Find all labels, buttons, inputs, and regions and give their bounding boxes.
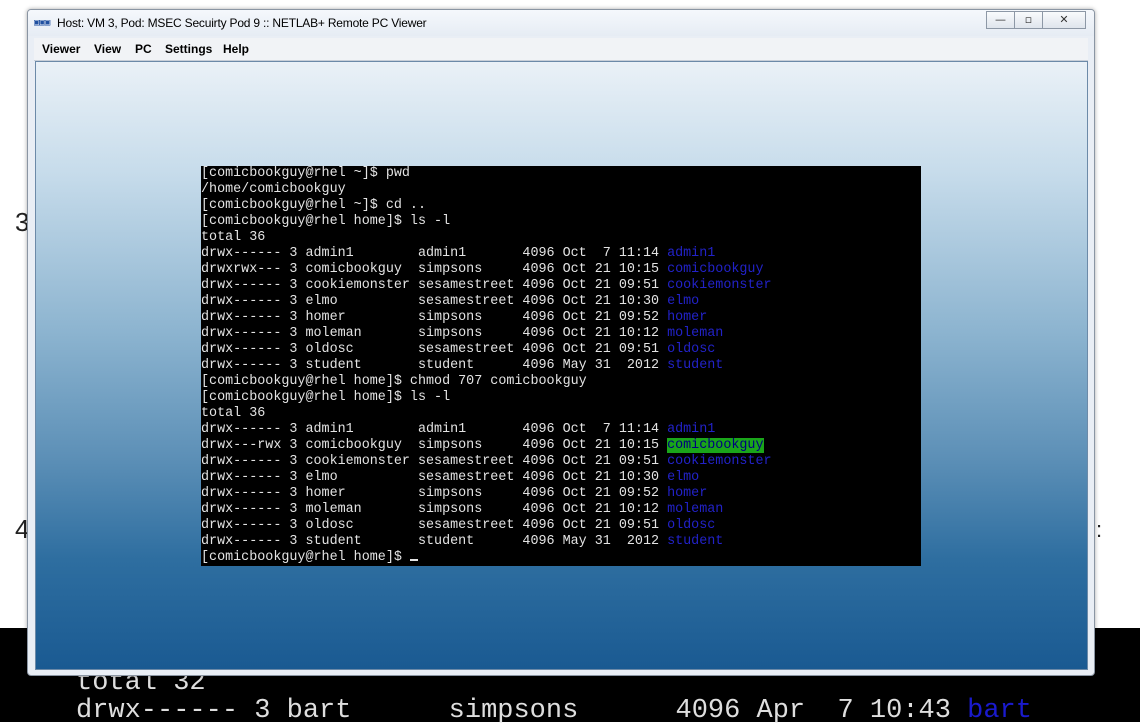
directory-name: moleman xyxy=(667,502,724,517)
terminal-line: drwx------ 3 moleman simpsons 4096 Oct 2… xyxy=(201,502,723,518)
terminal-line-text: drwx------ 3 cookiemonster sesamestreet … xyxy=(201,278,668,293)
minimize-button[interactable]: — xyxy=(986,11,1015,29)
terminal-console[interactable]: [comicbookguy@rhel ~]$ pwd/home/comicboo… xyxy=(201,166,921,566)
directory-name: student xyxy=(667,534,724,549)
terminal-line-text: drwx------ 3 homer simpsons 4096 Oct 21 … xyxy=(201,486,668,501)
terminal-line-text: drwx---rwx 3 comicbookguy simpsons 4096 … xyxy=(201,438,668,453)
terminal-line-text: drwx------ 3 elmo sesamestreet 4096 Oct … xyxy=(201,470,668,485)
terminal-line: total 36 xyxy=(201,230,265,246)
terminal-line: drwx------ 3 oldosc sesamestreet 4096 Oc… xyxy=(201,518,715,534)
terminal-line: drwx------ 3 homer simpsons 4096 Oct 21 … xyxy=(201,310,707,326)
terminal-line: drwxrwx--- 3 comicbookguy simpsons 4096 … xyxy=(201,262,764,278)
menu-view[interactable]: View xyxy=(94,42,121,56)
directory-name: comicbookguy xyxy=(667,262,764,277)
window-title: Host: VM 3, Pod: MSEC Secuirty Pod 9 :: … xyxy=(57,16,427,30)
terminal-line-text: total 36 xyxy=(201,406,266,421)
terminal-line-text: drwx------ 3 student student 4096 May 31… xyxy=(201,358,668,373)
terminal-line-text: drwx------ 3 admin1 admin1 4096 Oct 7 11… xyxy=(201,246,668,261)
terminal-line: drwx------ 3 elmo sesamestreet 4096 Oct … xyxy=(201,294,699,310)
terminal-line: drwx------ 3 admin1 admin1 4096 Oct 7 11… xyxy=(201,422,715,438)
terminal-line: drwx---rwx 3 comicbookguy simpsons 4096 … xyxy=(201,438,764,454)
remote-desktop-viewport[interactable]: [comicbookguy@rhel ~]$ pwd/home/comicboo… xyxy=(35,61,1088,670)
terminal-line-text: drwxrwx--- 3 comicbookguy simpsons 4096 … xyxy=(201,262,668,277)
terminal-line-text: drwx------ 3 moleman simpsons 4096 Oct 2… xyxy=(201,326,668,341)
directory-name: admin1 xyxy=(667,422,716,437)
directory-name: homer xyxy=(667,486,708,501)
terminal-line: [comicbookguy@rhel home]$ ls -l xyxy=(201,390,450,406)
terminal-line: [comicbookguy@rhel home]$ xyxy=(201,550,418,566)
terminal-line-text: drwx------ 3 moleman simpsons 4096 Oct 2… xyxy=(201,502,668,517)
terminal-cursor xyxy=(409,559,418,561)
directory-name: cookiemonster xyxy=(667,278,772,293)
terminal-line-text: [comicbookguy@rhel ~]$ cd .. xyxy=(201,198,426,213)
directory-name: cookiemonster xyxy=(667,454,772,469)
terminal-line: /home/comicbookguy xyxy=(201,182,346,198)
window-controls: — ▫ ✕ xyxy=(986,11,1086,29)
directory-name: moleman xyxy=(667,326,724,341)
terminal-line-text: drwx------ 3 oldosc sesamestreet 4096 Oc… xyxy=(201,518,668,533)
terminal-line-text: drwx------ 3 student student 4096 May 31… xyxy=(201,534,668,549)
terminal-line: drwx------ 3 student student 4096 May 31… xyxy=(201,358,723,374)
terminal-line-text: drwx------ 3 admin1 admin1 4096 Oct 7 11… xyxy=(201,422,668,437)
background-text-colon: : xyxy=(1096,517,1103,542)
terminal-line: drwx------ 3 admin1 admin1 4096 Oct 7 11… xyxy=(201,246,715,262)
terminal-line-text: drwx------ 3 cookiemonster sesamestreet … xyxy=(201,454,668,469)
terminal-line: [comicbookguy@rhel ~]$ pwd xyxy=(201,166,410,182)
terminal-line: drwx------ 3 cookiemonster sesamestreet … xyxy=(201,454,772,470)
terminal-line-text: [comicbookguy@rhel ~]$ pwd xyxy=(201,166,410,181)
terminal-line-text: drwx------ 3 elmo sesamestreet 4096 Oct … xyxy=(201,294,668,309)
directory-name: oldosc xyxy=(667,342,716,357)
terminal-line-text: [comicbookguy@rhel home]$ xyxy=(201,550,410,565)
directory-name: oldosc xyxy=(667,518,716,533)
terminal-line: total 36 xyxy=(201,406,265,422)
menu-pc[interactable]: PC xyxy=(135,42,152,56)
terminal-line-text: [comicbookguy@rhel home]$ chmod 707 comi… xyxy=(201,374,587,389)
menu-help[interactable]: Help xyxy=(223,42,249,56)
terminal-line-text: total 36 xyxy=(201,230,266,245)
directory-name: student xyxy=(667,358,724,373)
terminal-line: drwx------ 3 oldosc sesamestreet 4096 Oc… xyxy=(201,342,715,358)
remote-pc-viewer-window: ▣▣▣ Host: VM 3, Pod: MSEC Secuirty Pod 9… xyxy=(27,9,1095,676)
terminal-line: drwx------ 3 moleman simpsons 4096 Oct 2… xyxy=(201,326,723,342)
menu-viewer[interactable]: Viewer xyxy=(42,42,80,56)
highlighted-directory-name: comicbookguy xyxy=(667,438,764,453)
directory-name: elmo xyxy=(667,294,700,309)
terminal-line-text: [comicbookguy@rhel home]$ ls -l xyxy=(201,214,451,229)
restore-button[interactable]: ▫ xyxy=(1014,11,1043,29)
remote-pc-icon: ▣▣▣ xyxy=(34,18,51,28)
title-bar[interactable]: ▣▣▣ Host: VM 3, Pod: MSEC Secuirty Pod 9… xyxy=(28,10,1094,36)
terminal-line: [comicbookguy@rhel ~]$ cd .. xyxy=(201,198,426,214)
terminal-line: [comicbookguy@rhel home]$ ls -l xyxy=(201,214,450,230)
terminal-line: drwx------ 3 homer simpsons 4096 Oct 21 … xyxy=(201,486,707,502)
menu-bar: Viewer View PC Settings Help xyxy=(34,38,1088,61)
terminal-line-text: drwx------ 3 oldosc sesamestreet 4096 Oc… xyxy=(201,342,668,357)
terminal-line: drwx------ 3 cookiemonster sesamestreet … xyxy=(201,278,772,294)
close-button[interactable]: ✕ xyxy=(1042,11,1086,29)
menu-settings[interactable]: Settings xyxy=(165,42,212,56)
terminal-line-text: drwx------ 3 homer simpsons 4096 Oct 21 … xyxy=(201,310,668,325)
directory-name: admin1 xyxy=(667,246,716,261)
terminal-line-text: [comicbookguy@rhel home]$ ls -l xyxy=(201,390,451,405)
terminal-line: [comicbookguy@rhel home]$ chmod 707 comi… xyxy=(201,374,587,390)
terminal-line: drwx------ 3 student student 4096 May 31… xyxy=(201,534,723,550)
directory-name: elmo xyxy=(667,470,700,485)
terminal-line: drwx------ 3 elmo sesamestreet 4096 Oct … xyxy=(201,470,699,486)
terminal-line-text: /home/comicbookguy xyxy=(201,182,346,197)
directory-name: homer xyxy=(667,310,708,325)
